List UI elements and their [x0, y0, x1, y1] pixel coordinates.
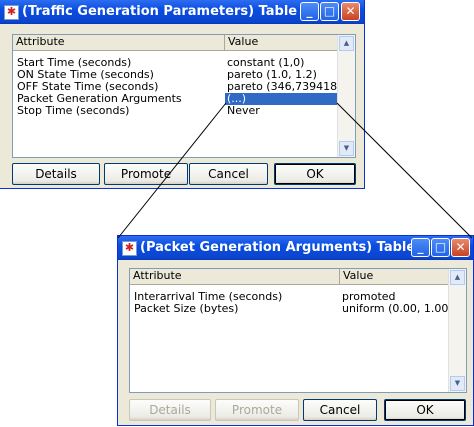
table-row[interactable]: ON State Time (seconds) pareto (1.0, 1.2… [13, 69, 338, 81]
value-cell[interactable]: Never [225, 105, 340, 117]
promote-button[interactable]: Promote [104, 163, 188, 185]
ok-label: OK [416, 403, 434, 417]
app-icon[interactable]: ✱ [4, 5, 19, 20]
details-label: Details [35, 167, 77, 181]
column-header-attribute[interactable]: Attribute [13, 35, 225, 50]
traffic-params-window: ✱ (Traffic Generation Parameters) Table … [0, 0, 364, 188]
attribute-table[interactable]: Attribute Value Interarrival Time (secon… [129, 268, 467, 393]
cancel-button[interactable]: Cancel [189, 163, 268, 185]
value-cell[interactable]: pareto (1.0, 1.2) [225, 69, 340, 81]
attribute-cell: ON State Time (seconds) [17, 69, 154, 81]
maximize-button[interactable]: □ [320, 2, 339, 21]
table-row-selected[interactable]: Packet Generation Arguments (...) [13, 93, 340, 105]
scroll-down-arrow-icon[interactable]: ▼ [450, 376, 465, 391]
cancel-label: Cancel [319, 403, 361, 417]
minimize-button[interactable]: _ [411, 238, 430, 257]
app-icon[interactable]: ✱ [122, 241, 137, 256]
title-bar[interactable]: ✱ (Packet Generation Arguments) Table _ … [118, 236, 473, 260]
close-button[interactable]: ✕ [341, 2, 360, 21]
window-title: (Traffic Generation Parameters) Table [22, 4, 298, 19]
value-cell[interactable]: constant (1,0) [225, 57, 340, 69]
details-button[interactable]: Details [129, 399, 211, 421]
table-header: Attribute Value [13, 35, 338, 51]
table-row[interactable]: Interarrival Time (seconds) promoted [130, 291, 449, 303]
maximize-button[interactable]: □ [431, 238, 450, 257]
value-cell[interactable]: (...) [225, 93, 340, 105]
table-row[interactable]: Packet Size (bytes) uniform (0.00, 1.00) [130, 303, 451, 315]
value-cell[interactable]: promoted [340, 291, 451, 303]
ok-button[interactable]: OK [274, 163, 356, 185]
table-row[interactable]: Stop Time (seconds) Never [13, 105, 338, 117]
cancel-button[interactable]: Cancel [303, 399, 377, 421]
table-row[interactable]: OFF State Time (seconds) pareto (346,739… [13, 81, 340, 93]
minimize-button[interactable]: _ [300, 2, 319, 21]
column-header-value[interactable]: Value [225, 35, 340, 50]
promote-button[interactable]: Promote [215, 399, 299, 421]
packet-args-window: ✱ (Packet Generation Arguments) Table _ … [118, 236, 473, 425]
value-cell[interactable]: uniform (0.00, 1.00) [340, 303, 451, 315]
details-button[interactable]: Details [12, 163, 100, 185]
attribute-cell: Packet Generation Arguments [17, 93, 182, 105]
window-title: (Packet Generation Arguments) Table [140, 240, 416, 255]
scroll-up-arrow-icon[interactable]: ▲ [450, 270, 465, 285]
ok-button[interactable]: OK [384, 399, 466, 421]
details-label: Details [149, 403, 191, 417]
attribute-cell: Packet Size (bytes) [134, 303, 239, 315]
scroll-down-arrow-icon[interactable]: ▼ [339, 141, 354, 156]
scroll-up-arrow-icon[interactable]: ▲ [339, 36, 354, 51]
ok-label: OK [306, 167, 324, 181]
attribute-cell: Stop Time (seconds) [17, 105, 130, 117]
table-header: Attribute Value [130, 269, 449, 285]
attribute-cell: Start Time (seconds) [17, 57, 132, 69]
attribute-cell: OFF State Time (seconds) [17, 81, 159, 93]
value-cell[interactable]: pareto (346,739418, 1, [225, 81, 340, 93]
title-bar[interactable]: ✱ (Traffic Generation Parameters) Table … [0, 0, 364, 24]
cancel-label: Cancel [208, 167, 249, 181]
vertical-scrollbar[interactable]: ▲ ▼ [448, 269, 466, 392]
close-button[interactable]: ✕ [451, 238, 470, 257]
column-header-value[interactable]: Value [340, 269, 451, 284]
column-header-attribute[interactable]: Attribute [130, 269, 340, 284]
promote-label: Promote [231, 403, 283, 417]
vertical-scrollbar[interactable]: ▲ ▼ [337, 35, 355, 157]
promote-label: Promote [120, 167, 172, 181]
table-row[interactable]: Start Time (seconds) constant (1,0) [13, 57, 338, 69]
attribute-table[interactable]: Attribute Value Start Time (seconds) con… [12, 34, 356, 158]
attribute-cell: Interarrival Time (seconds) [134, 291, 283, 303]
